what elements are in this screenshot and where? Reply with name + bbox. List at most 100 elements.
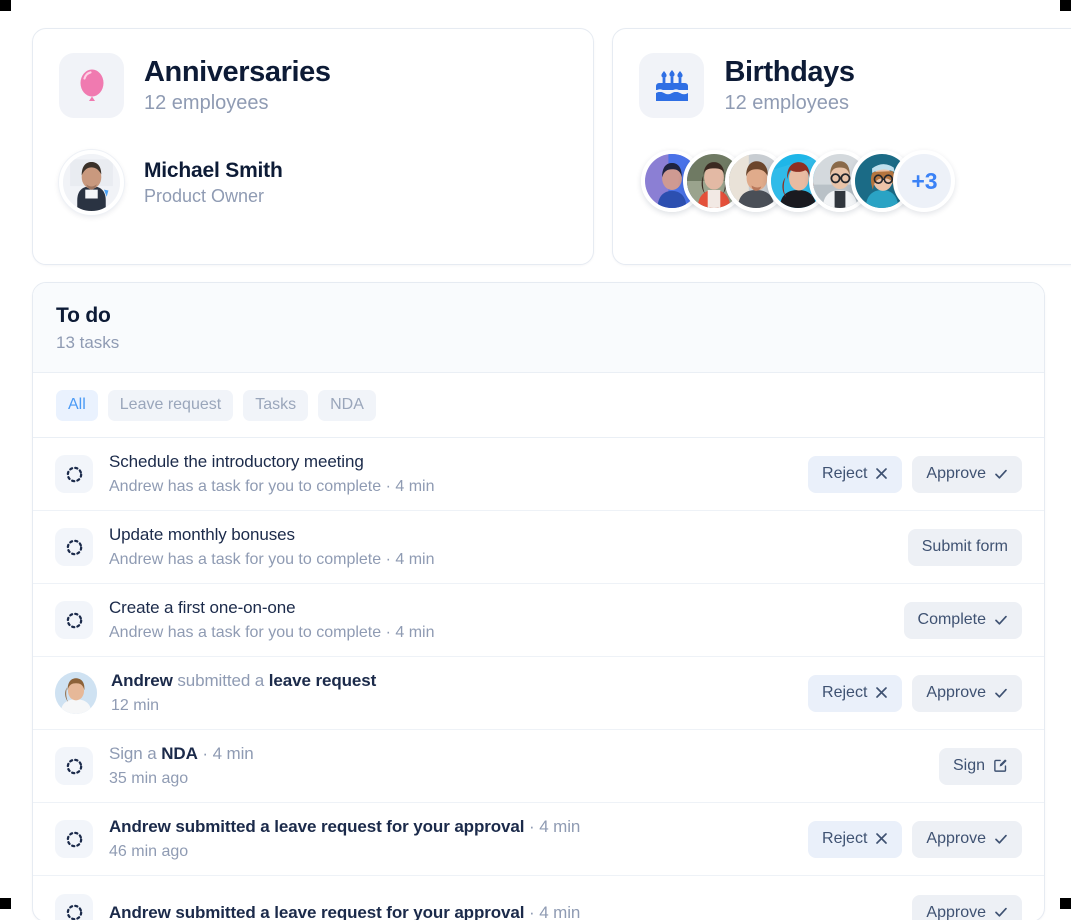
balloon-icon xyxy=(59,53,124,118)
screenshot-canvas: Anniversaries 12 employees Michael Smith… xyxy=(0,0,1071,920)
complete-button[interactable]: Complete xyxy=(903,602,1022,639)
crop-mark-bottom-right xyxy=(1060,898,1071,909)
anniversaries-header: Anniversaries 12 employees xyxy=(59,53,567,118)
check-icon xyxy=(994,686,1008,700)
reject-button[interactable]: Reject xyxy=(808,456,903,493)
anniversaries-card[interactable]: Anniversaries 12 employees Michael Smith… xyxy=(32,28,595,265)
task-body: Andrew submitted a leave request for you… xyxy=(109,816,792,863)
task-row[interactable]: Create a first one-on-one Andrew has a ta… xyxy=(33,584,1044,658)
button-label: Approve xyxy=(926,465,986,483)
approve-button[interactable]: Approve xyxy=(912,675,1022,712)
task-row[interactable]: Andrew submitted a leave request for you… xyxy=(33,803,1044,877)
birthdays-header: Birthdays 12 employees xyxy=(639,53,1065,118)
button-label: Approve xyxy=(926,830,986,848)
task-actions: Sign xyxy=(938,748,1022,785)
task-actions: Reject Approve xyxy=(808,456,1022,493)
check-icon xyxy=(994,613,1008,627)
todo-header: To do 13 tasks xyxy=(33,283,1044,373)
task-subtitle: Andrew has a task for you to complete · … xyxy=(109,478,435,496)
task-body: Andrew submitted a leave request 12 min xyxy=(111,670,792,717)
task-actions: Submit form xyxy=(907,529,1022,566)
task-title-segment: leave request xyxy=(268,670,377,690)
approve-button[interactable]: Approve xyxy=(912,456,1022,493)
todo-task-list: Schedule the introductory meeting Andrew … xyxy=(33,438,1044,920)
button-label: Reject xyxy=(822,684,868,702)
dashed-circle-icon xyxy=(55,455,93,494)
anniversary-person-row[interactable]: Michael Smith Product Owner xyxy=(59,150,567,215)
dashed-circle-icon xyxy=(55,528,93,567)
task-title-segment: Andrew submitted a leave request for you… xyxy=(109,816,525,836)
filter-chip[interactable]: All xyxy=(56,390,98,422)
task-actions: Approve xyxy=(912,894,1022,920)
avatar xyxy=(59,150,124,215)
task-title-segment: submitted a xyxy=(177,670,269,690)
crop-mark-top-right xyxy=(1060,0,1071,11)
task-title-segment: · 4 min xyxy=(524,902,581,920)
todo-task-count: 13 tasks xyxy=(56,333,120,352)
crop-mark-bottom-left xyxy=(0,898,11,909)
task-row[interactable]: Update monthly bonuses Andrew has a task … xyxy=(33,511,1044,585)
close-icon xyxy=(875,467,888,480)
filter-chip[interactable]: Tasks xyxy=(243,390,309,422)
summary-cards-row: Anniversaries 12 employees Michael Smith… xyxy=(32,28,1071,266)
task-title-segment: Andrew submitted a leave request for you… xyxy=(109,902,525,920)
task-subtitle: 35 min ago xyxy=(109,770,189,788)
dashed-circle-icon xyxy=(55,601,93,640)
task-row[interactable]: Andrew submitted a leave request 12 min Re… xyxy=(33,657,1044,731)
button-label: Approve xyxy=(926,684,986,702)
todo-card: To do 13 tasks All Leave request Tasks NDA … xyxy=(32,282,1045,920)
task-row[interactable]: Schedule the introductory meeting Andrew … xyxy=(33,438,1044,512)
birthdays-subtitle: 12 employees xyxy=(724,92,849,115)
page-title: To do xyxy=(56,304,111,327)
check-icon xyxy=(994,832,1008,846)
task-body: Sign a NDA · 4 min 35 min ago xyxy=(109,743,923,790)
task-title-segment: Andrew xyxy=(111,670,178,690)
task-title: Sign a NDA · 4 min xyxy=(109,743,923,765)
task-title-segment: · 4 min xyxy=(197,743,254,763)
filter-chip[interactable]: Leave request xyxy=(107,390,234,422)
person-role: Product Owner xyxy=(144,185,265,206)
dashed-circle-icon xyxy=(55,820,93,859)
task-actions: Complete xyxy=(903,602,1022,639)
task-body: Update monthly bonuses Andrew has a task … xyxy=(109,524,892,571)
birthdays-text: Birthdays 12 employees xyxy=(724,55,855,115)
avatar-overflow-badge[interactable]: +3 xyxy=(893,150,956,212)
birthdays-card[interactable]: Birthdays 12 employees +3 xyxy=(612,28,1071,265)
button-label: Reject xyxy=(822,465,868,483)
anniversaries-text: Anniversaries 12 employees xyxy=(144,55,331,115)
dashed-circle-icon xyxy=(55,893,93,920)
todo-filter-chips: All Leave request Tasks NDA xyxy=(33,373,1044,439)
anniversaries-subtitle: 12 employees xyxy=(144,92,269,115)
approve-button[interactable]: Approve xyxy=(912,821,1022,858)
task-row[interactable]: Sign a NDA · 4 min 35 min ago Sign xyxy=(33,730,1044,804)
task-title: Andrew submitted a leave request for you… xyxy=(109,816,792,838)
check-icon xyxy=(994,905,1008,919)
pen-square-icon xyxy=(993,758,1008,773)
task-title-segment: Sign a xyxy=(109,743,162,763)
anniversaries-title: Anniversaries xyxy=(144,55,331,88)
person-name: Michael Smith xyxy=(144,158,283,182)
task-subtitle: Andrew has a task for you to complete · … xyxy=(109,624,435,642)
crop-mark-top-left xyxy=(0,0,11,11)
reject-button[interactable]: Reject xyxy=(808,821,903,858)
birthdays-title: Birthdays xyxy=(724,55,855,88)
approve-button[interactable]: Approve xyxy=(912,894,1022,920)
task-actions: Reject Approve xyxy=(808,821,1022,858)
task-body: Andrew submitted a leave request for you… xyxy=(109,902,896,920)
task-title: Andrew submitted a leave request xyxy=(111,670,792,692)
task-body: Schedule the introductory meeting Andrew … xyxy=(109,451,792,498)
button-label: Submit form xyxy=(921,538,1008,556)
sign-button[interactable]: Sign xyxy=(938,748,1022,785)
task-title: Schedule the introductory meeting xyxy=(109,451,364,471)
dashed-circle-icon xyxy=(55,747,93,786)
task-subtitle: 12 min xyxy=(111,697,160,715)
button-label: Approve xyxy=(926,903,986,920)
birthday-avatar-stack[interactable]: +3 xyxy=(639,150,1065,212)
filter-chip[interactable]: NDA xyxy=(318,390,376,422)
task-title-segment: NDA xyxy=(161,743,198,763)
task-subtitle: 46 min ago xyxy=(109,843,189,861)
task-row[interactable]: Andrew submitted a leave request for you… xyxy=(33,876,1044,920)
submit-form-button[interactable]: Submit form xyxy=(907,529,1022,566)
reject-button[interactable]: Reject xyxy=(808,675,903,712)
button-label: Sign xyxy=(952,757,985,775)
